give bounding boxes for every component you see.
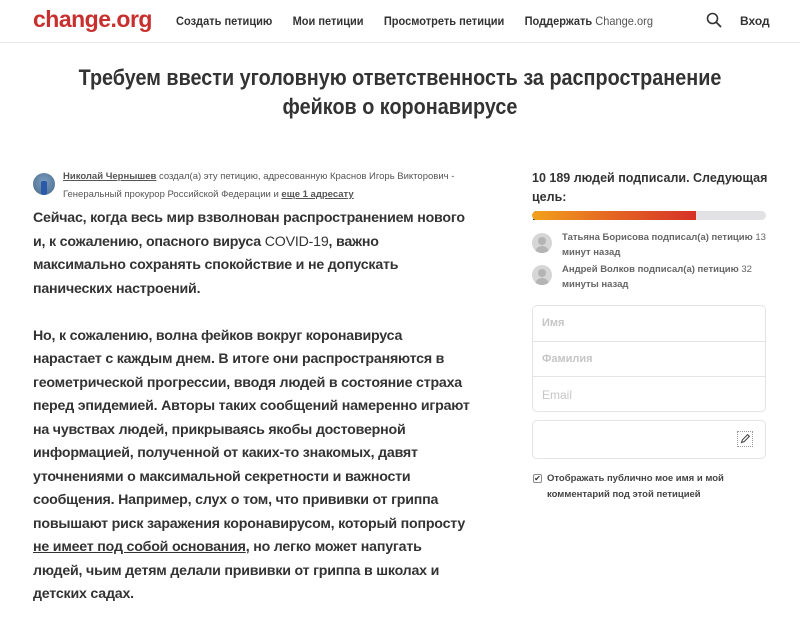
- logo[interactable]: change.org: [33, 6, 152, 33]
- creator-name-link[interactable]: Николай Чернышев: [63, 171, 156, 182]
- login-link[interactable]: Вход: [740, 14, 770, 28]
- user-avatar-icon: [532, 265, 552, 285]
- signer-time: минут назад: [562, 246, 621, 258]
- covid-term: COVID-19: [264, 233, 329, 250]
- user-avatar-icon: [532, 233, 552, 253]
- petition-body: Сейчас, когда весь мир взволнован распро…: [33, 207, 473, 630]
- support-brand: Change.org: [595, 14, 653, 28]
- signer-time-num: 13: [755, 232, 766, 243]
- signature-progress-bar: [532, 211, 766, 220]
- creator-avatar[interactable]: [33, 173, 55, 195]
- nav-support[interactable]: Поддержать Change.org: [525, 14, 674, 28]
- pencil-icon[interactable]: [737, 431, 753, 447]
- signed-text: 10 189 людей подписали. Следующая цель:: [532, 171, 768, 204]
- progress-fill: [532, 211, 696, 220]
- signer-name: Татьяна Борисова подписал(а) петицию: [562, 232, 753, 243]
- support-label: Поддержать: [524, 14, 593, 28]
- nav-create-petition[interactable]: Создать петицию: [176, 14, 272, 28]
- nav-browse-petitions[interactable]: Просмотреть петиции: [384, 14, 505, 28]
- site-header: change.org Создать петицию Мои петиции П…: [0, 0, 800, 43]
- last-name-input[interactable]: Фамилия: [533, 342, 765, 378]
- paragraph-text: Но, к сожалению, волна фейков вокруг кор…: [33, 327, 470, 532]
- signer-text: Андрей Волков подписал(а) петицию 32 мину…: [562, 263, 772, 292]
- nav-my-petitions[interactable]: Мои петиции: [293, 14, 364, 28]
- signer-time-num: 32: [741, 264, 752, 275]
- more-recipients-link[interactable]: еще 1 адресату: [281, 189, 353, 200]
- creator-text: Николай Чернышев создал(а) эту петицию, …: [63, 168, 463, 204]
- signer-text: Татьяна Борисова подписал(а) петицию 13 м…: [562, 231, 772, 260]
- public-checkbox-label: Отображать публично мое имя и мой коммен…: [547, 473, 724, 500]
- sign-form: Имя Фамилия Email: [532, 305, 766, 412]
- email-input[interactable]: Email: [533, 377, 765, 413]
- comment-input[interactable]: [532, 420, 766, 459]
- first-name-input[interactable]: Имя: [533, 306, 765, 342]
- public-checkbox[interactable]: ✔: [533, 474, 542, 483]
- petition-title: Требуем ввести уголовную ответственность…: [78, 65, 722, 119]
- search-icon[interactable]: [706, 12, 722, 28]
- unfounded-link[interactable]: не имеет под собой основания: [33, 539, 246, 555]
- paragraph-2: Но, к сожалению, волна фейков вокруг кор…: [33, 325, 473, 607]
- signer-name: Андрей Волков подписал(а) петицию: [562, 264, 739, 275]
- main-nav: Создать петицию Мои петиции Просмотреть …: [176, 14, 693, 28]
- paragraph-1: Сейчас, когда весь мир взволнован распро…: [33, 207, 473, 301]
- signer-time: минуты назад: [562, 278, 629, 290]
- paragraph-text: Сейчас, когда весь мир взволнован распро…: [33, 210, 465, 250]
